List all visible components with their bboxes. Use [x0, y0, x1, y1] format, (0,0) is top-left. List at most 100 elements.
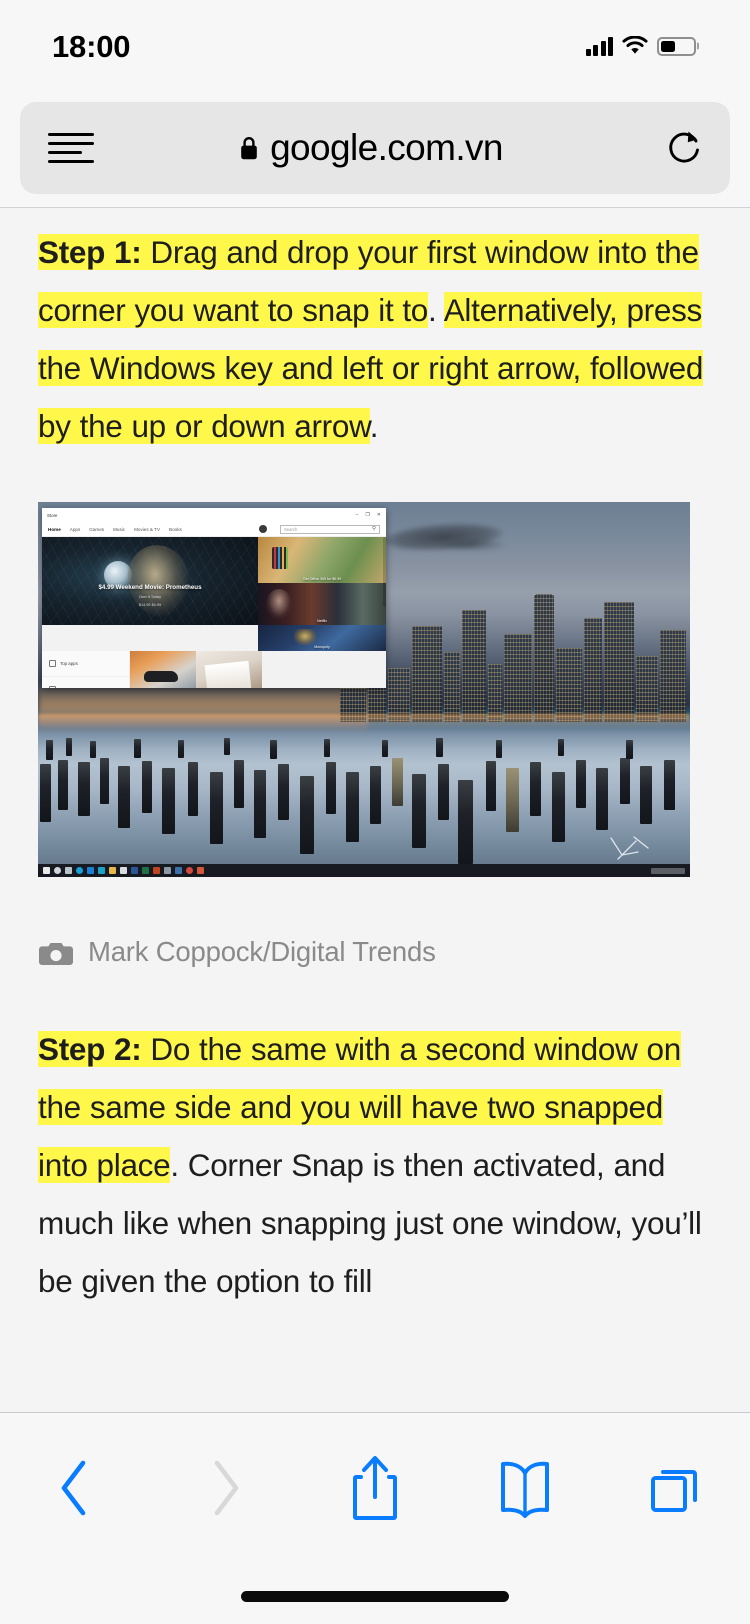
window-title: Store	[47, 512, 58, 518]
store-tile-forza[interactable]: Forza Horizon 3 Demo	[130, 651, 196, 688]
bird-mark	[610, 836, 649, 860]
store-search-placeholder: Search	[284, 526, 298, 532]
store-tile-office[interactable]: Get Office 365 for $6.99	[258, 537, 386, 583]
cellular-signal-icon	[585, 36, 613, 56]
taskbar-powerpoint-icon[interactable]	[153, 867, 160, 874]
taskbar-settings-icon[interactable]	[120, 867, 127, 874]
store-search-input[interactable]: Search ⚲	[280, 524, 380, 534]
step-2-paragraph: Step 2: Do the same with a second window…	[38, 1020, 712, 1310]
store-tab-music[interactable]: Music	[113, 527, 125, 532]
tabs-icon	[651, 1470, 697, 1512]
taskbar-search-icon[interactable]	[54, 867, 61, 874]
games-icon	[49, 686, 56, 688]
safari-browser-screen: 18:00 google.com.vn Step 1: Drag and dro…	[0, 0, 750, 1624]
wooden-pilings	[38, 728, 690, 877]
store-tab-home[interactable]: Home	[48, 527, 61, 532]
store-list-top-apps[interactable]: Top apps	[42, 651, 129, 677]
windows-taskbar[interactable]	[38, 864, 690, 877]
taskbar-excel-icon[interactable]	[142, 867, 149, 874]
taskbar-photos-icon[interactable]	[164, 867, 171, 874]
step-1-label: Step 1:	[38, 234, 142, 270]
minimize-button[interactable]: –	[356, 512, 359, 518]
store-tab-apps[interactable]: Apps	[70, 527, 80, 532]
hero-title: $4.99 Weekend Movie: Prometheus	[98, 584, 202, 591]
home-indicator[interactable]	[241, 1591, 509, 1602]
step-1-paragraph: Step 1: Drag and drop your first window …	[38, 223, 712, 455]
store-lower-row: Top apps Top games Forza Horizon 3 Demo	[42, 651, 386, 688]
hero-subtitle: Own It Today	[138, 595, 162, 599]
store-tile-office-caption: Get Office 365 for $6.99	[302, 577, 342, 581]
chevron-left-icon	[61, 1460, 86, 1516]
status-bar-indicators	[585, 32, 696, 56]
taskbar-explorer-icon[interactable]	[109, 867, 116, 874]
taskbar-taskview-icon[interactable]	[65, 867, 72, 874]
store-content: $4.99 Weekend Movie: Prometheus Own It T…	[42, 537, 386, 651]
taskbar-mail-icon[interactable]	[87, 867, 94, 874]
store-tab-movies-tv[interactable]: Movies & TV	[134, 527, 160, 532]
toolbar-buttons	[0, 1413, 750, 1563]
address-bar-url: google.com.vn	[270, 127, 503, 168]
figure-caption: Mark Coppock/Digital Trends	[38, 936, 690, 968]
battery-icon	[657, 36, 696, 56]
store-tile-drawboard[interactable]: Drawboard PDF	[196, 651, 262, 688]
store-hero-banner[interactable]: $4.99 Weekend Movie: Prometheus Own It T…	[42, 537, 258, 625]
store-tile-netflix[interactable]: Netflix	[258, 583, 386, 625]
taskbar-store-icon[interactable]	[98, 867, 105, 874]
store-tile-rail: Get Office 365 for $6.99 Netflix Monopol…	[258, 537, 386, 651]
maximize-button[interactable]: ❐	[365, 512, 369, 518]
wifi-icon	[622, 36, 648, 54]
article-figure: Store – ❐ ✕ Home Apps Games Music Movies…	[38, 502, 690, 968]
step-1-plain-a: .	[428, 292, 444, 328]
apps-icon	[49, 660, 56, 667]
store-list-top-games-label: Top games	[60, 687, 81, 688]
store-scrollbar[interactable]	[383, 537, 386, 607]
browser-top-toolbar: google.com.vn	[0, 88, 750, 208]
share-button[interactable]	[300, 1413, 450, 1563]
taskbar-word-icon[interactable]	[131, 867, 138, 874]
store-nav-bar[interactable]: Home Apps Games Music Movies & TV Books …	[42, 522, 386, 537]
web-page-content: Step 1: Drag and drop your first window …	[0, 209, 750, 1412]
address-bar-content[interactable]: google.com.vn	[76, 129, 666, 166]
windows-desktop-screenshot[interactable]: Store – ❐ ✕ Home Apps Games Music Movies…	[38, 502, 690, 877]
window-title-bar[interactable]: Store – ❐ ✕	[42, 508, 386, 522]
store-side-list: Top apps Top games	[42, 651, 130, 688]
figure-credit: Mark Coppock/Digital Trends	[88, 936, 436, 967]
store-mid-tiles: Forza Horizon 3 Demo Drawboard PDF	[130, 651, 262, 688]
address-bar[interactable]: google.com.vn	[20, 101, 730, 194]
status-bar-clock: 18:00	[52, 28, 131, 64]
status-bar: 18:00	[0, 0, 750, 88]
taskbar-media-icon[interactable]	[175, 867, 182, 874]
taskbar-chrome-icon[interactable]	[186, 867, 193, 874]
store-tab-books[interactable]: Books	[169, 527, 182, 532]
store-tab-games[interactable]: Games	[89, 527, 104, 532]
step-2-label: Step 2:	[38, 1031, 142, 1067]
bookmarks-button[interactable]	[450, 1413, 600, 1563]
microsoft-store-window[interactable]: Store – ❐ ✕ Home Apps Games Music Movies…	[42, 508, 386, 688]
close-button[interactable]: ✕	[377, 512, 381, 518]
store-list-top-apps-label: Top apps	[60, 661, 78, 666]
browser-bottom-toolbar	[0, 1412, 750, 1624]
chevron-right-icon	[214, 1460, 239, 1516]
search-icon[interactable]: ⚲	[372, 526, 376, 532]
lock-icon	[241, 136, 257, 159]
city-skyline	[338, 562, 690, 722]
reload-icon[interactable]	[666, 128, 702, 168]
avatar[interactable]	[259, 525, 267, 533]
store-tile-monopoly[interactable]: Monopoly	[258, 625, 386, 651]
taskbar-app-icon[interactable]	[197, 867, 204, 874]
share-icon	[353, 1456, 397, 1520]
store-tile-monopoly-caption: Monopoly	[314, 645, 330, 649]
horizon-waterline	[38, 714, 690, 728]
taskbar-start-icon[interactable]	[43, 867, 50, 874]
forward-button[interactable]	[150, 1413, 300, 1563]
hero-price: $14.99 $4.99	[138, 603, 162, 607]
step-1-plain-b: .	[369, 408, 379, 444]
taskbar-edge-icon[interactable]	[76, 867, 83, 874]
back-button[interactable]	[0, 1413, 150, 1563]
taskbar-clock[interactable]	[651, 867, 685, 874]
camera-icon	[39, 942, 73, 965]
tabs-button[interactable]	[600, 1413, 750, 1563]
store-list-top-games[interactable]: Top games	[42, 677, 129, 688]
window-controls[interactable]: – ❐ ✕	[356, 512, 381, 518]
